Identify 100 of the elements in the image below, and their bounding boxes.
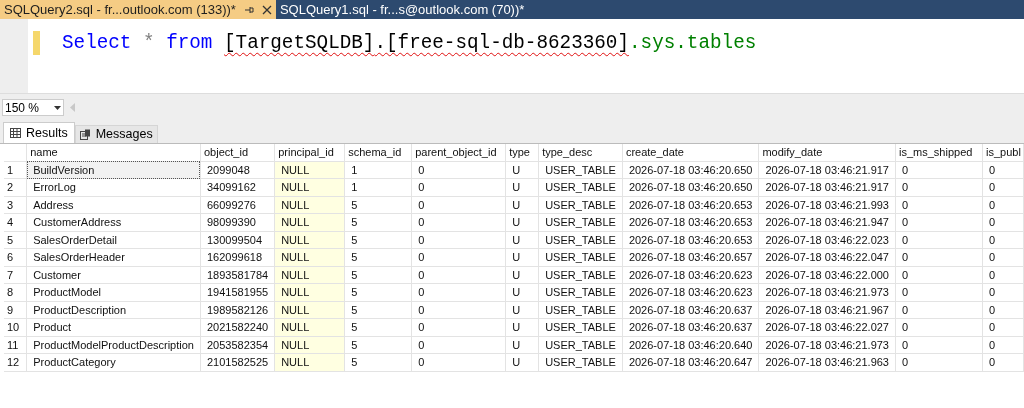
- table-cell[interactable]: 1941581955: [200, 283, 275, 301]
- document-tab[interactable]: SQLQuery2.sql - fr...outlook.com (133))*: [0, 0, 276, 19]
- table-cell[interactable]: 2026-07-18 03:46:21.973: [758, 336, 896, 354]
- table-cell[interactable]: 0: [411, 231, 506, 249]
- table-cell[interactable]: U: [505, 336, 539, 354]
- table-cell[interactable]: U: [505, 231, 539, 249]
- row-number[interactable]: 9: [4, 301, 27, 319]
- table-cell[interactable]: 5: [344, 301, 412, 319]
- column-header[interactable]: modify_date: [758, 144, 896, 161]
- table-cell[interactable]: USER_TABLE: [538, 318, 623, 336]
- table-cell[interactable]: 2026-07-18 03:46:20.623: [622, 283, 759, 301]
- column-header[interactable]: is_publ: [982, 144, 1024, 161]
- table-cell[interactable]: SalesOrderDetail: [26, 231, 201, 249]
- table-cell[interactable]: 0: [982, 231, 1024, 249]
- table-cell[interactable]: USER_TABLE: [538, 301, 623, 319]
- table-cell[interactable]: 162099618: [200, 248, 275, 266]
- table-cell[interactable]: 2026-07-18 03:46:21.963: [758, 353, 896, 371]
- row-number[interactable]: 11: [4, 336, 27, 354]
- table-cell[interactable]: 1: [344, 178, 412, 196]
- column-header[interactable]: create_date: [622, 144, 759, 161]
- table-cell[interactable]: 2026-07-18 03:46:21.947: [758, 213, 896, 231]
- table-cell[interactable]: 2026-07-18 03:46:20.637: [622, 318, 759, 336]
- table-cell[interactable]: 1893581784: [200, 266, 275, 284]
- table-cell[interactable]: 0: [982, 196, 1024, 214]
- table-cell[interactable]: 0: [411, 161, 506, 179]
- close-icon[interactable]: [261, 4, 272, 15]
- table-cell[interactable]: 2026-07-18 03:46:22.047: [758, 248, 896, 266]
- table-cell[interactable]: 2026-07-18 03:46:20.637: [622, 301, 759, 319]
- table-cell[interactable]: 0: [895, 178, 983, 196]
- table-cell[interactable]: 2026-07-18 03:46:20.650: [622, 161, 759, 179]
- zoom-dropdown[interactable]: 150 %: [2, 99, 64, 116]
- table-cell[interactable]: 0: [982, 213, 1024, 231]
- table-cell[interactable]: 98099390: [200, 213, 275, 231]
- table-cell[interactable]: 0: [895, 196, 983, 214]
- table-cell[interactable]: 0: [982, 178, 1024, 196]
- table-cell[interactable]: 0: [982, 283, 1024, 301]
- table-cell[interactable]: SalesOrderHeader: [26, 248, 201, 266]
- table-cell[interactable]: USER_TABLE: [538, 248, 623, 266]
- table-cell[interactable]: 2026-07-18 03:46:20.653: [622, 231, 759, 249]
- column-header[interactable]: parent_object_id: [411, 144, 506, 161]
- table-cell[interactable]: 2053582354: [200, 336, 275, 354]
- table-cell[interactable]: 0: [982, 353, 1024, 371]
- table-cell[interactable]: 2026-07-18 03:46:21.917: [758, 178, 896, 196]
- table-cell[interactable]: 5: [344, 318, 412, 336]
- table-cell[interactable]: 2026-07-18 03:46:21.973: [758, 283, 896, 301]
- table-cell[interactable]: USER_TABLE: [538, 266, 623, 284]
- table-cell[interactable]: 130099504: [200, 231, 275, 249]
- table-cell[interactable]: USER_TABLE: [538, 178, 623, 196]
- table-cell[interactable]: 0: [895, 213, 983, 231]
- table-cell[interactable]: ProductModel: [26, 283, 201, 301]
- table-cell[interactable]: 0: [895, 161, 983, 179]
- table-cell[interactable]: 0: [411, 353, 506, 371]
- table-cell[interactable]: 2026-07-18 03:46:20.647: [622, 353, 759, 371]
- table-cell[interactable]: 1989582126: [200, 301, 275, 319]
- row-number[interactable]: 1: [4, 161, 27, 179]
- table-cell[interactable]: U: [505, 196, 539, 214]
- table-cell[interactable]: U: [505, 301, 539, 319]
- table-cell[interactable]: 2026-07-18 03:46:20.650: [622, 178, 759, 196]
- table-cell[interactable]: 0: [411, 248, 506, 266]
- row-number[interactable]: 4: [4, 213, 27, 231]
- table-cell[interactable]: U: [505, 266, 539, 284]
- table-cell[interactable]: 0: [411, 178, 506, 196]
- table-cell[interactable]: 0: [411, 266, 506, 284]
- column-header[interactable]: principal_id: [274, 144, 345, 161]
- table-cell[interactable]: ProductModelProductDescription: [26, 336, 201, 354]
- row-number[interactable]: 8: [4, 283, 27, 301]
- table-cell[interactable]: 2026-07-18 03:46:21.993: [758, 196, 896, 214]
- table-cell[interactable]: 0: [982, 318, 1024, 336]
- table-cell[interactable]: Address: [26, 196, 201, 214]
- pin-icon[interactable]: [243, 4, 254, 15]
- row-number[interactable]: 6: [4, 248, 27, 266]
- column-header[interactable]: schema_id: [344, 144, 412, 161]
- result-tab[interactable]: Messages: [74, 125, 158, 143]
- table-cell[interactable]: 0: [982, 161, 1024, 179]
- table-cell[interactable]: 0: [982, 301, 1024, 319]
- table-cell[interactable]: 0: [982, 266, 1024, 284]
- row-number[interactable]: 5: [4, 231, 27, 249]
- table-cell[interactable]: ProductDescription: [26, 301, 201, 319]
- table-cell[interactable]: 5: [344, 196, 412, 214]
- table-cell[interactable]: 5: [344, 231, 412, 249]
- table-cell[interactable]: USER_TABLE: [538, 283, 623, 301]
- table-cell[interactable]: Product: [26, 318, 201, 336]
- row-number[interactable]: 12: [4, 353, 27, 371]
- table-cell[interactable]: U: [505, 161, 539, 179]
- table-cell[interactable]: 0: [895, 266, 983, 284]
- column-header[interactable]: object_id: [200, 144, 275, 161]
- table-cell[interactable]: USER_TABLE: [538, 213, 623, 231]
- table-cell[interactable]: Customer: [26, 266, 201, 284]
- row-number[interactable]: 2: [4, 178, 27, 196]
- table-cell[interactable]: USER_TABLE: [538, 353, 623, 371]
- table-cell[interactable]: 2026-07-18 03:46:20.653: [622, 196, 759, 214]
- table-cell[interactable]: 2021582240: [200, 318, 275, 336]
- table-cell[interactable]: USER_TABLE: [538, 231, 623, 249]
- table-cell[interactable]: 2026-07-18 03:46:21.917: [758, 161, 896, 179]
- table-cell[interactable]: 0: [895, 318, 983, 336]
- table-cell[interactable]: 5: [344, 353, 412, 371]
- query-text[interactable]: Select * from [TargetSQLDB].[free-sql-db-8623360].sys.tables: [62, 31, 757, 55]
- table-cell[interactable]: 66099276: [200, 196, 275, 214]
- table-cell[interactable]: 2026-07-18 03:46:22.000: [758, 266, 896, 284]
- table-cell[interactable]: U: [505, 248, 539, 266]
